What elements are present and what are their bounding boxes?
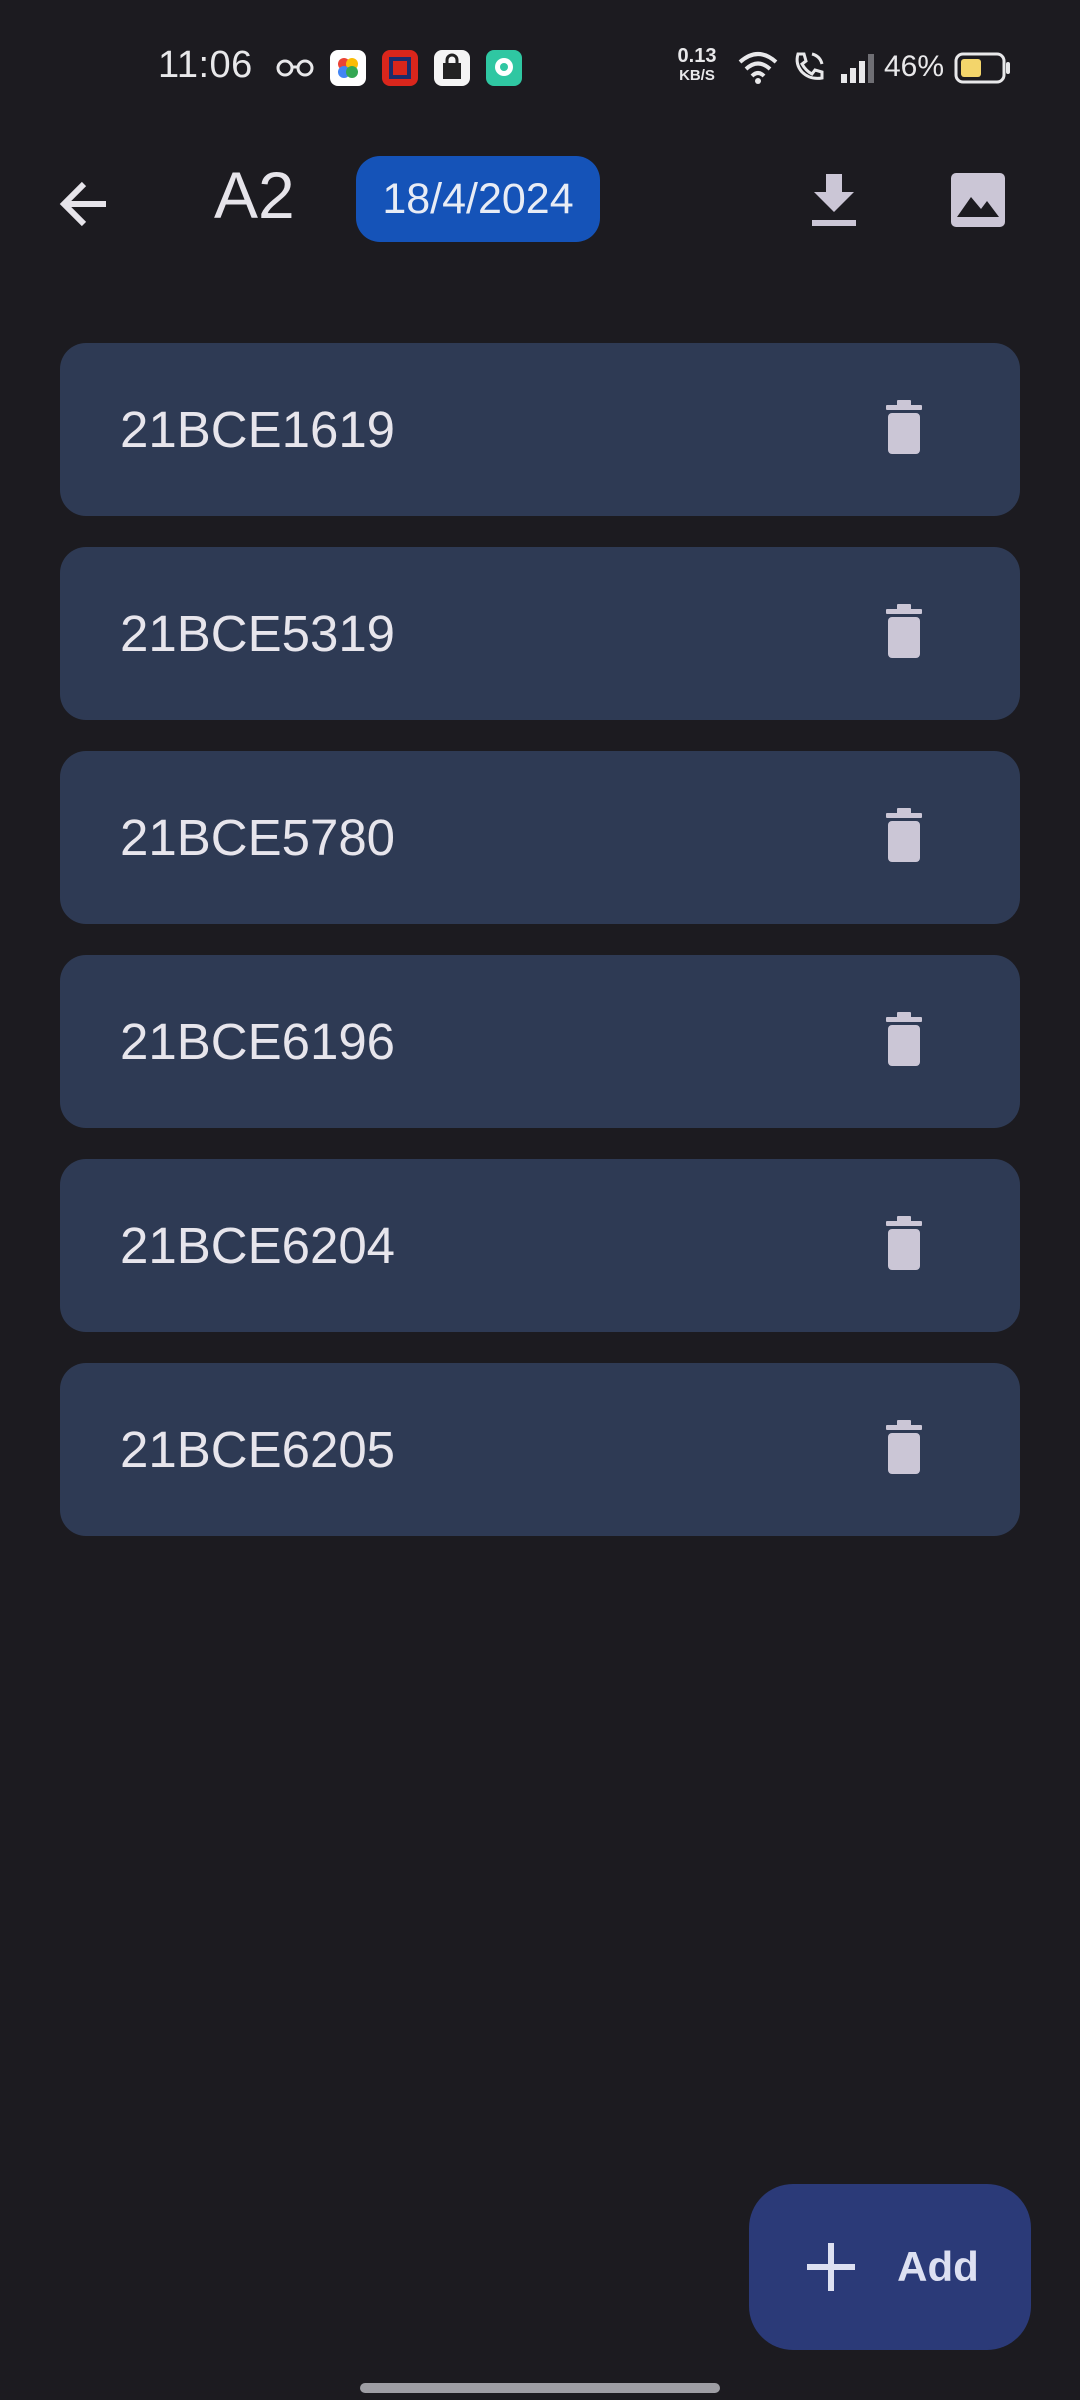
screen: 11:06 0.13 KB/S 46% A2 18/4/2024 21BCE16… bbox=[0, 0, 1080, 2400]
chat-bubble-icon bbox=[486, 50, 522, 86]
battery-icon bbox=[954, 52, 1012, 89]
delete-button[interactable] bbox=[868, 801, 940, 873]
download-button[interactable] bbox=[794, 162, 874, 242]
network-speed-unit: KB/S bbox=[679, 67, 715, 84]
list-item-label: 21BCE6204 bbox=[120, 1217, 396, 1274]
download-icon bbox=[810, 172, 858, 233]
delete-button[interactable] bbox=[868, 393, 940, 465]
page-title: A2 bbox=[214, 158, 295, 232]
incognito-icon bbox=[276, 58, 314, 83]
trash-icon bbox=[882, 399, 926, 460]
status-bar: 11:06 0.13 KB/S 46% bbox=[0, 0, 1080, 140]
list-item-label: 21BCE6196 bbox=[120, 1013, 396, 1070]
back-button[interactable] bbox=[40, 162, 128, 250]
list-item-label: 21BCE5780 bbox=[120, 809, 396, 866]
app-bar: A2 18/4/2024 bbox=[0, 140, 1080, 260]
list-item[interactable]: 21BCE6204 bbox=[60, 1159, 1020, 1332]
battery-percent: 46% bbox=[884, 50, 945, 83]
image-button[interactable] bbox=[938, 162, 1018, 242]
scanner-app-icon bbox=[382, 50, 418, 86]
gesture-nav-bar[interactable] bbox=[360, 2383, 720, 2393]
list-item-label: 21BCE1619 bbox=[120, 401, 396, 458]
delete-button[interactable] bbox=[868, 597, 940, 669]
add-button-label: Add bbox=[897, 2243, 979, 2290]
photos-app-icon bbox=[330, 50, 366, 86]
list-item-label: 21BCE5319 bbox=[120, 605, 396, 662]
delete-button[interactable] bbox=[868, 1005, 940, 1077]
list-item[interactable]: 21BCE5780 bbox=[60, 751, 1020, 924]
shopping-bag-icon bbox=[434, 50, 470, 86]
list-item[interactable]: 21BCE1619 bbox=[60, 343, 1020, 516]
delete-button[interactable] bbox=[868, 1209, 940, 1281]
arrow-back-icon bbox=[56, 176, 112, 237]
trash-icon bbox=[882, 807, 926, 868]
wifi-calling-icon bbox=[792, 50, 826, 89]
network-speed-value: 0.13 bbox=[677, 45, 717, 67]
network-speed: 0.13 KB/S bbox=[672, 46, 722, 83]
wifi-icon bbox=[738, 50, 778, 89]
trash-icon bbox=[882, 1011, 926, 1072]
trash-icon bbox=[882, 1419, 926, 1480]
list-item-label: 21BCE6205 bbox=[120, 1421, 396, 1478]
status-time: 11:06 bbox=[158, 44, 253, 86]
cell-signal-icon bbox=[840, 52, 876, 89]
trash-icon bbox=[882, 603, 926, 664]
delete-button[interactable] bbox=[868, 1413, 940, 1485]
list-item[interactable]: 21BCE6196 bbox=[60, 955, 1020, 1128]
date-chip[interactable]: 18/4/2024 bbox=[356, 156, 600, 242]
trash-icon bbox=[882, 1215, 926, 1276]
image-icon bbox=[949, 171, 1007, 234]
list-item[interactable]: 21BCE5319 bbox=[60, 547, 1020, 720]
plus-icon bbox=[801, 2237, 861, 2297]
add-button[interactable]: Add bbox=[749, 2184, 1031, 2350]
entry-list: 21BCE1619 21BCE5319 21BCE5780 21BCE6196 … bbox=[60, 343, 1020, 1567]
list-item[interactable]: 21BCE6205 bbox=[60, 1363, 1020, 1536]
